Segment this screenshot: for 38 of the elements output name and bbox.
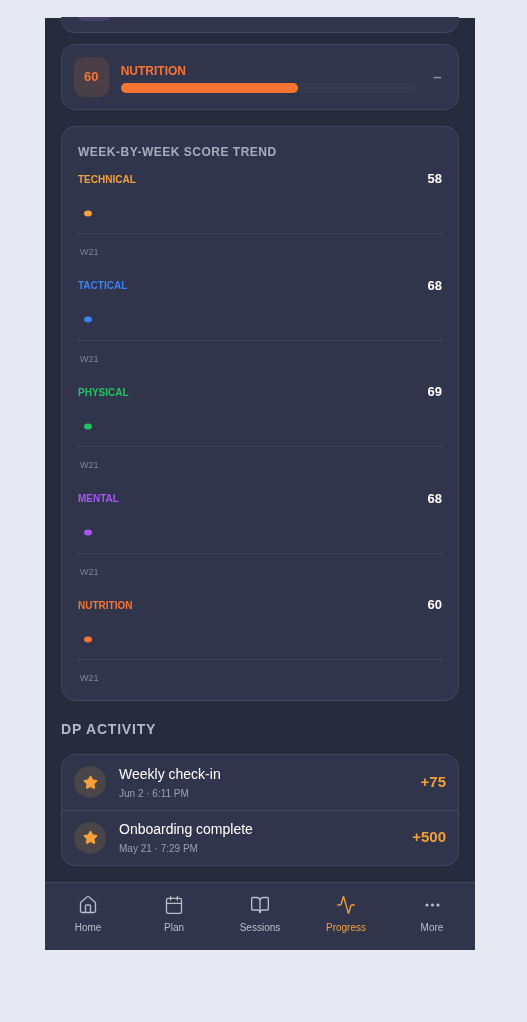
metric-name: TECHNICAL [78,172,136,187]
nav-tab[interactable]: More [389,895,475,935]
metric-name: MENTAL [78,492,119,506]
section-title: DP ACTIVITY [61,719,158,739]
more-icon [424,903,440,907]
score-badge: 60 [74,57,109,97]
metric-score: 69 [427,383,442,402]
metric-score: 68 [427,489,442,508]
nav-tab[interactable]: Progress [303,895,389,935]
nav-tab[interactable]: Plan [131,895,217,935]
activity-title: Onboarding complete [119,820,254,839]
activity-time: Jun 2 · 6:11 PM [119,786,190,801]
trend-indicator: – [432,66,443,87]
star-icon [82,830,98,845]
activity-time: May 21 · 7:29 PM [119,842,199,856]
week-label: W21 [80,565,100,579]
week-label: W21 [80,459,100,472]
metric-score: 60 [427,596,442,615]
week-label: W21 [80,352,100,366]
pulse-icon [336,895,356,915]
week-label: W21 [80,672,100,685]
metric-name: NUTRITION [78,598,133,613]
week-label: W21 [80,246,100,259]
home-icon [78,895,98,915]
metric-score: 58 [427,170,442,189]
metric-score: 68 [427,276,442,295]
book-icon [250,895,270,915]
points: +75 [420,771,446,792]
nav-tab[interactable]: Sessions [217,895,303,935]
calendar-icon [164,895,184,915]
metric-name: PHYSICAL [78,385,129,400]
pillar-name: NUTRITION [120,62,187,80]
metric-name: TACTICAL [78,279,128,293]
points: +500 [412,827,446,848]
star-icon [82,774,98,790]
activity-title: Weekly check-in [119,764,222,784]
nav-tab[interactable]: Home [45,895,131,935]
card-title: WEEK-BY-WEEK SCORE TREND [78,144,278,161]
